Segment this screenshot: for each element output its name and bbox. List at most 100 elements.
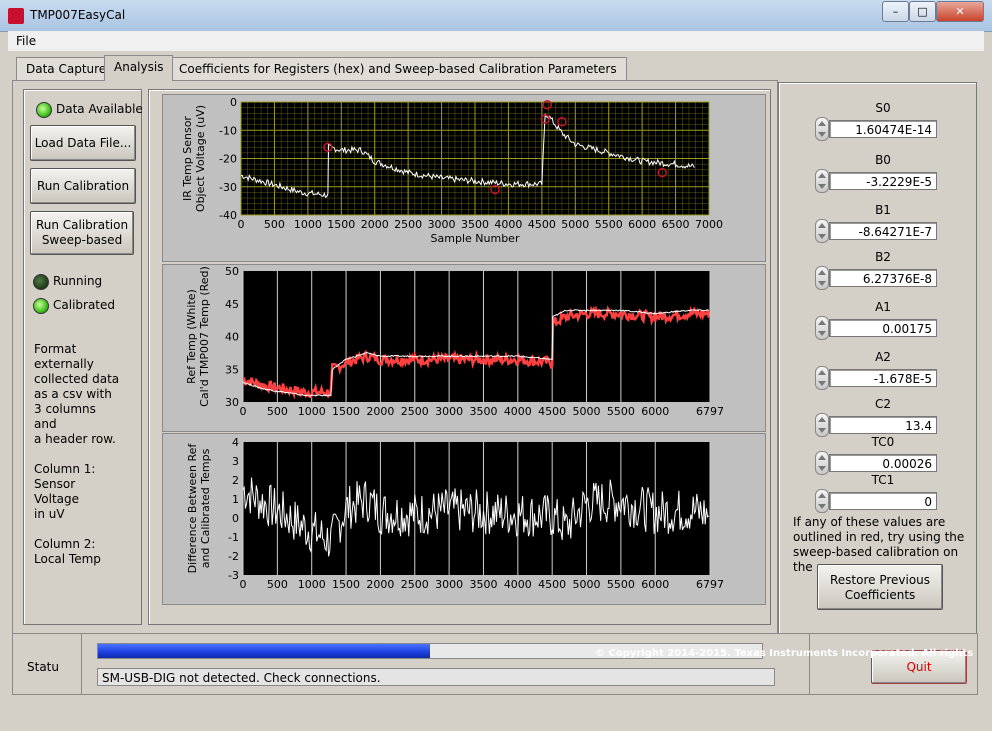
x-tick-label: 2500 [401, 578, 429, 591]
coeff-field-b0[interactable]: -3.2229E-5 [829, 172, 937, 190]
note-line: outlined in red, try using the [793, 530, 965, 544]
coeff-field-tc0[interactable]: 0.00026 [829, 454, 937, 472]
status-message: SM-USB-DIG not detected. Check connectio… [97, 668, 775, 686]
instruction-line: Format [34, 342, 77, 356]
plot-difference: 0 500 1000 1500 2000 2500 3000 3500 4000 4500 5000… [162, 433, 766, 605]
x-tick-label: 3000 [435, 405, 463, 418]
coeff-spinner-s0[interactable] [815, 117, 829, 141]
coeff-field-b1[interactable]: -8.64271E-7 [829, 222, 937, 240]
x-tick-label: 4000 [504, 405, 532, 418]
run-calibration-button[interactable]: Run Calibration [30, 168, 136, 204]
x-tick-label: 6000 [641, 578, 669, 591]
run-calibration-sweep-button[interactable]: Run Calibration Sweep-based [30, 211, 134, 255]
instruction-line: in uV [34, 507, 65, 521]
coeff-spinner-a1[interactable] [815, 316, 829, 340]
data-available-led [36, 102, 52, 118]
coeff-field-b2[interactable]: 6.27376E-8 [829, 269, 937, 287]
y-axis-label: Ref Temp (White) [185, 289, 198, 384]
x-tick-label: 0 [240, 578, 247, 591]
coeff-spinner-b0[interactable] [815, 169, 829, 193]
x-tick-label: 6000 [628, 218, 656, 231]
y-tick-label: 1 [232, 493, 239, 506]
y-axis-label: Difference Between Ref [186, 443, 199, 574]
tab-coefficients[interactable]: Coefficients for Registers (hex) and Swe… [169, 57, 627, 80]
x-tick-label: 3500 [469, 405, 497, 418]
restore-line2: Coefficients [844, 588, 916, 602]
coeff-field-a1[interactable]: 0.00175 [829, 319, 937, 337]
y-tick-label: 2 [232, 474, 239, 487]
restore-line1: Restore Previous [829, 573, 931, 587]
x-tick-label: 2500 [401, 405, 429, 418]
y-tick-label: 40 [225, 331, 239, 344]
plot-area [243, 271, 710, 402]
calibrated-led [33, 298, 49, 314]
close-button[interactable]: ✕ [936, 1, 984, 22]
coeff-field-s0[interactable]: 1.60474E-14 [829, 120, 937, 138]
maximize-button[interactable]: □ [909, 1, 936, 22]
x-tick-label: 500 [267, 405, 288, 418]
x-tick-label: 3000 [428, 218, 456, 231]
coeff-label-b1: B1 [875, 203, 891, 217]
y-tick-label: -10 [219, 124, 237, 137]
y-axis-label: and Calibrated Temps [199, 448, 212, 568]
tab-data-capture[interactable]: Data Capture [16, 57, 117, 80]
client-area: Data Capture Analysis Coefficients for R… [8, 51, 984, 723]
y-tick-label: 4 [232, 436, 239, 449]
coeff-spinner-tc0[interactable] [815, 451, 829, 475]
coeff-spinner-b1[interactable] [815, 219, 829, 243]
instruction-line [34, 447, 119, 462]
coeff-spinner-c2[interactable] [815, 413, 829, 437]
x-tick-label: 2500 [394, 218, 422, 231]
status-bar: Statu SM-USB-DIG not detected. Check con… [12, 633, 978, 695]
note-line: If any of these values are [793, 515, 946, 529]
controls-panel: Data Available Load Data File... Run Cal… [23, 89, 143, 625]
coeff-field-c2[interactable]: 13.4 [829, 416, 937, 434]
instruction-line: Column 2: [34, 537, 96, 551]
instruction-line: 3 columns [34, 402, 96, 416]
load-data-file-button[interactable]: Load Data File... [30, 125, 136, 161]
y-axis-label: Cal'd TMP007 Temp (Red) [198, 266, 211, 407]
x-tick-label: 4500 [528, 218, 556, 231]
y-tick-label: 50 [225, 265, 239, 278]
coeff-label-tc0: TC0 [871, 435, 895, 449]
x-tick-label: 5000 [561, 218, 589, 231]
calibrated-label: Calibrated [53, 298, 116, 312]
y-tick-label: -40 [219, 209, 237, 222]
data-available-label: Data Available [56, 102, 143, 116]
x-tick-label: 0 [240, 405, 247, 418]
menu-file[interactable]: File [16, 34, 36, 48]
x-tick-label: 1000 [298, 405, 326, 418]
x-tick-label: 6797 [696, 405, 724, 418]
y-tick-label: 35 [225, 363, 239, 376]
coeff-spinner-a2[interactable] [815, 366, 829, 390]
plot-ir-voltage: 0 500 1000 1500 2000 2500 3000 3500 4000 4500 5000… [162, 94, 766, 262]
minimize-button[interactable]: – [882, 1, 909, 22]
instruction-line: Local Temp [34, 552, 101, 566]
plot-temperature: 0 500 1000 1500 2000 2500 3000 3500 4000 4500 5000… [162, 264, 766, 432]
restore-previous-coefficients-button[interactable]: Restore Previous Coefficients [817, 564, 943, 610]
y-tick-label: -30 [219, 181, 237, 194]
x-tick-label: 1000 [294, 218, 322, 231]
x-tick-label: 2000 [361, 218, 389, 231]
coeff-spinner-tc1[interactable] [815, 489, 829, 513]
x-tick-label: 1500 [332, 578, 360, 591]
coeff-spinner-b2[interactable] [815, 266, 829, 290]
x-tick-label: 5000 [573, 405, 601, 418]
x-tick-label: 1500 [332, 405, 360, 418]
tab-analysis[interactable]: Analysis [104, 55, 174, 81]
coeff-label-c2: C2 [874, 397, 891, 411]
y-tick-label: -3 [228, 569, 239, 582]
running-label: Running [53, 274, 103, 288]
instruction-line: as a csv with [34, 387, 112, 401]
coeff-field-tc1[interactable]: 0 [829, 492, 937, 510]
sweep-button-line2: Sweep-based [41, 233, 123, 247]
x-tick-label: 5500 [607, 578, 635, 591]
y-tick-label: -2 [228, 550, 239, 563]
x-tick-label: 6797 [696, 578, 724, 591]
progress-fill [98, 644, 430, 658]
y-axis-label: Object Voltage (uV) [194, 105, 207, 212]
coeff-field-a2[interactable]: -1.678E-5 [829, 369, 937, 387]
x-tick-label: 4000 [504, 578, 532, 591]
analysis-panel: Data Available Load Data File... Run Cal… [12, 80, 778, 634]
coeff-label-s0: S0 [875, 101, 891, 115]
